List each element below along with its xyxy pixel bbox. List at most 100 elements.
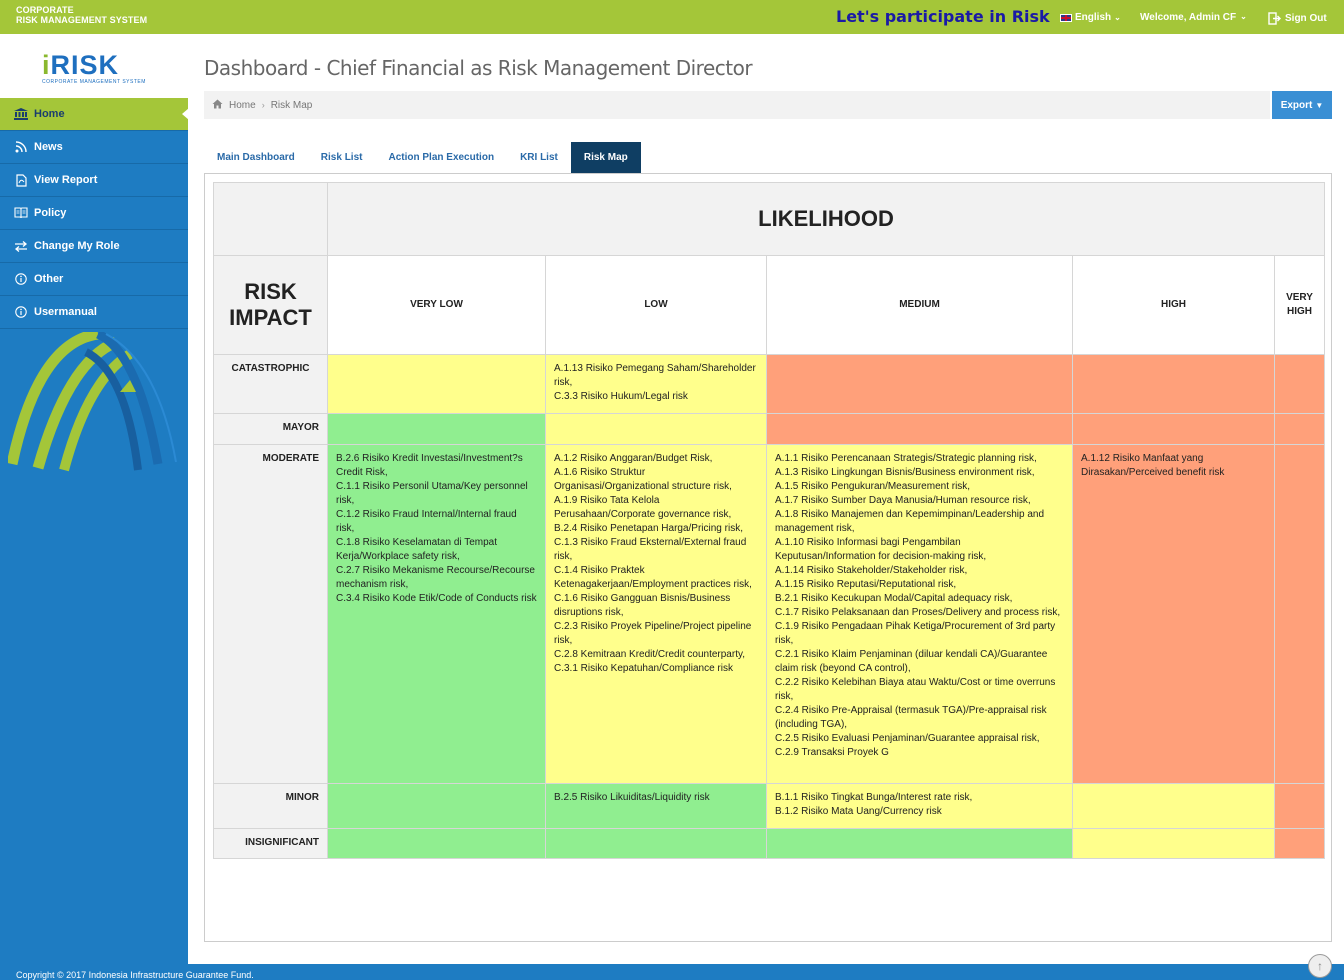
risk-item[interactable]: A.1.5 Risiko Pengukuran/Measurement risk…: [775, 480, 1064, 494]
info-icon: [14, 272, 28, 286]
chevron-down-icon: ⌄: [1240, 12, 1247, 21]
chevron-right-icon: ›: [261, 100, 265, 110]
risk-item[interactable]: B.2.1 Risiko Kecukupan Modal/Capital ade…: [775, 592, 1064, 606]
risk-cell: [766, 413, 1073, 445]
risk-cell: A.1.13 Risiko Pemegang Saham/Shareholder…: [545, 354, 767, 414]
risk-item[interactable]: C.1.4 Risiko Praktek Ketenagakerjaan/Emp…: [554, 564, 758, 592]
risk-item[interactable]: A.1.10 Risiko Informasi bagi Pengambilan…: [775, 536, 1064, 564]
sidebar-item-view-report[interactable]: View Report: [0, 164, 188, 197]
export-button[interactable]: Export ▼: [1272, 91, 1332, 119]
risk-cell: [327, 828, 546, 859]
column-header-very-low: VERY LOW: [327, 255, 546, 355]
risk-item[interactable]: C.2.2 Risiko Kelebihan Biaya atau Waktu/…: [775, 676, 1064, 704]
risk-item[interactable]: A.1.9 Risiko Tata Kelola Perusahaan/Corp…: [554, 494, 758, 522]
risk-item[interactable]: C.3.3 Risiko Hukum/Legal risk: [554, 390, 758, 404]
risk-item[interactable]: A.1.13 Risiko Pemegang Saham/Shareholder…: [554, 362, 758, 390]
scroll-to-top-button[interactable]: ↑: [1308, 954, 1332, 978]
bank-icon: [14, 107, 28, 121]
risk-cell: [327, 783, 546, 829]
language-selector[interactable]: English ⌄: [1060, 12, 1121, 23]
risk-item[interactable]: C.2.4 Risiko Pre-Appraisal (termasuk TGA…: [775, 704, 1064, 732]
risk-item[interactable]: C.2.7 Risiko Mekanisme Recourse/Recourse…: [336, 564, 537, 592]
brand-text: CORPORATE RISK MANAGEMENT SYSTEM: [16, 5, 147, 25]
risk-item[interactable]: C.1.6 Risiko Gangguan Bisnis/Business di…: [554, 592, 758, 620]
language-label: English: [1075, 12, 1112, 23]
uk-flag-icon: [1060, 13, 1072, 22]
very-high-line-2: HIGH: [1287, 306, 1313, 317]
irisk-logo[interactable]: iRISK CORPORATE MANAGEMENT SYSTEM: [42, 52, 146, 86]
risk-item[interactable]: C.2.3 Risiko Proyek Pipeline/Project pip…: [554, 620, 758, 648]
sidebar-item-usermanual[interactable]: Usermanual: [0, 296, 188, 329]
page-title: Dashboard - Chief Financial as Risk Mana…: [204, 56, 753, 80]
risk-cell: [327, 354, 546, 414]
very-high-line-1: VERY: [1286, 292, 1313, 303]
sidebar-item-other[interactable]: Other: [0, 263, 188, 296]
risk-map-table: LIKELIHOOD RISK IMPACT VERY LOW LOW MEDI…: [213, 182, 1326, 859]
risk-cell: [1273, 828, 1326, 859]
risk-item[interactable]: B.2.4 Risiko Penetapan Harga/Pricing ris…: [554, 522, 758, 536]
chevron-down-icon: ▼: [1315, 100, 1324, 110]
risk-item[interactable]: A.1.2 Risiko Anggaran/Budget Risk,: [554, 452, 758, 466]
risk-cell: [1072, 413, 1275, 445]
risk-item[interactable]: C.2.8 Kemitraan Kredit/Credit counterpar…: [554, 648, 758, 662]
row-header-catastrophic: CATASTROPHIC: [213, 354, 328, 414]
column-header-high: HIGH: [1072, 255, 1275, 355]
risk-cell: [327, 413, 546, 445]
risk-item[interactable]: C.2.5 Risiko Evaluasi Penjaminan/Guarant…: [775, 732, 1064, 746]
risk-cell: B.2.5 Risiko Likuiditas/Liquidity risk: [545, 783, 767, 829]
risk-item[interactable]: A.1.8 Risiko Manajemen dan Kepemimpinan/…: [775, 508, 1064, 536]
sidebar-item-policy[interactable]: Policy: [0, 197, 188, 230]
breadcrumb-home[interactable]: Home: [229, 100, 256, 111]
user-menu[interactable]: Welcome, Admin CF ⌄: [1140, 12, 1247, 23]
likelihood-header: LIKELIHOOD: [326, 182, 1326, 256]
risk-item[interactable]: C.1.3 Risiko Fraud Eksternal/External fr…: [554, 536, 758, 564]
top-bar: CORPORATE RISK MANAGEMENT SYSTEM Let's p…: [0, 0, 1344, 34]
risk-cell: [1273, 444, 1326, 784]
risk-item[interactable]: B.2.6 Risiko Kredit Investasi/Investment…: [336, 452, 537, 480]
risk-item[interactable]: C.1.9 Risiko Pengadaan Pihak Ketiga/Proc…: [775, 620, 1064, 648]
impact-title-line-2: IMPACT: [229, 305, 312, 330]
row-header-minor: MINOR: [213, 783, 328, 829]
tab-action-plan-execution[interactable]: Action Plan Execution: [375, 142, 507, 173]
risk-item[interactable]: C.3.4 Risiko Kode Etik/Code of Conducts …: [336, 592, 537, 606]
risk-item[interactable]: C.1.8 Risiko Keselamatan di Tempat Kerja…: [336, 536, 537, 564]
risk-cell: [545, 413, 767, 445]
tab-main-dashboard[interactable]: Main Dashboard: [204, 142, 308, 173]
tab-kri-list[interactable]: KRI List: [507, 142, 571, 173]
risk-item[interactable]: C.3.1 Risiko Kepatuhan/Compliance risk: [554, 662, 758, 676]
risk-item[interactable]: B.2.5 Risiko Likuiditas/Liquidity risk: [554, 791, 758, 805]
brand-line-2: RISK MANAGEMENT SYSTEM: [16, 15, 148, 25]
sidebar-item-label: Usermanual: [34, 306, 97, 318]
risk-item[interactable]: B.1.1 Risiko Tingkat Bunga/Interest rate…: [775, 791, 1064, 805]
risk-item[interactable]: A.1.15 Risiko Reputasi/Reputational risk…: [775, 578, 1064, 592]
risk-item[interactable]: A.1.7 Risiko Sumber Daya Manusia/Human r…: [775, 494, 1064, 508]
risk-item[interactable]: A.1.14 Risiko Stakeholder/Stakeholder ri…: [775, 564, 1064, 578]
sidebar-item-news[interactable]: News: [0, 131, 188, 164]
risk-item[interactable]: C.1.1 Risiko Personil Utama/Key personne…: [336, 480, 537, 508]
risk-item[interactable]: B.1.2 Risiko Mata Uang/Currency risk: [775, 805, 1064, 819]
sign-out-button[interactable]: Sign Out: [1268, 12, 1327, 25]
risk-cell: [766, 828, 1073, 859]
sign-out-icon: [1268, 12, 1281, 25]
sidebar-item-home[interactable]: Home: [0, 98, 189, 131]
tab-risk-map[interactable]: Risk Map: [570, 142, 641, 173]
risk-item[interactable]: A.1.3 Risiko Lingkungan Bisnis/Business …: [775, 466, 1064, 480]
tab-risk-list[interactable]: Risk List: [308, 142, 376, 173]
risk-item[interactable]: A.1.1 Risiko Perencanaan Strategis/Strat…: [775, 452, 1064, 466]
risk-item[interactable]: C.1.7 Risiko Pelaksanaan dan Proses/Deli…: [775, 606, 1064, 620]
export-label: Export: [1280, 99, 1313, 111]
risk-cell: [1273, 783, 1326, 829]
risk-cell: A.1.1 Risiko Perencanaan Strategis/Strat…: [766, 444, 1073, 784]
risk-item[interactable]: C.2.9 Transaksi Proyek G: [775, 746, 1064, 760]
risk-item[interactable]: A.1.12 Risiko Manfaat yang Dirasakan/Per…: [1081, 452, 1266, 480]
info-icon: [14, 305, 28, 319]
risk-item[interactable]: A.1.6 Risiko Struktur Organisasi/Organiz…: [554, 466, 758, 494]
risk-cell: [1072, 783, 1275, 829]
book-icon: [14, 206, 28, 220]
risk-cell: [1072, 354, 1275, 414]
risk-item[interactable]: C.2.1 Risiko Klaim Penjaminan (diluar ke…: [775, 648, 1064, 676]
risk-item[interactable]: C.1.2 Risiko Fraud Internal/Internal fra…: [336, 508, 537, 536]
sidebar-item-change-my-role[interactable]: Change My Role: [0, 230, 188, 263]
sign-out-label: Sign Out: [1285, 13, 1327, 24]
logo-area: iRISK CORPORATE MANAGEMENT SYSTEM: [0, 34, 188, 98]
